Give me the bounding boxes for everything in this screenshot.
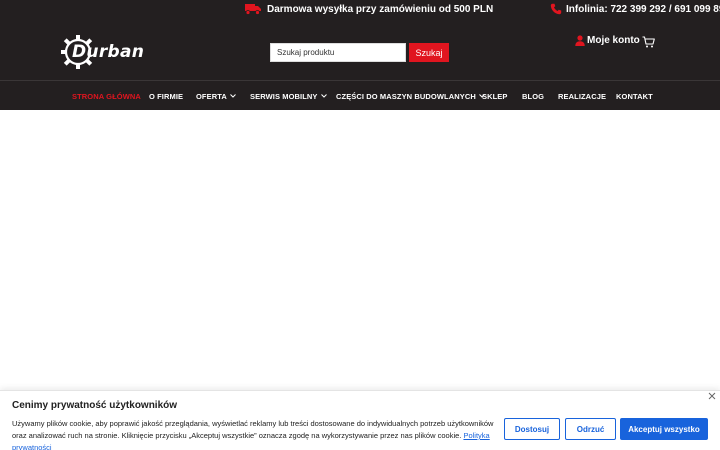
main-navigation: STRONA GŁÓWNA O FIRMIE OFERTA SERWIS MOB… bbox=[0, 80, 720, 110]
nav-item-label: CZĘŚCI DO MASZYN BUDOWLANYCH bbox=[336, 91, 476, 101]
site-logo[interactable]: Durban bbox=[60, 34, 144, 70]
customize-cookies-button[interactable]: Dostosuj bbox=[504, 418, 560, 440]
site-header: Darmowa wysyłka przy zamówieniu od 500 P… bbox=[0, 0, 720, 80]
nav-item-label: KONTAKT bbox=[616, 91, 653, 101]
search-input[interactable] bbox=[270, 43, 406, 62]
nav-item-blog[interactable]: BLOG bbox=[522, 81, 544, 111]
nav-item-projects[interactable]: REALIZACJE bbox=[558, 81, 606, 111]
nav-item-label: STRONA GŁÓWNA bbox=[72, 91, 141, 101]
search-button[interactable]: Szukaj bbox=[409, 43, 449, 62]
accept-all-cookies-button[interactable]: Akceptuj wszystko bbox=[620, 418, 708, 440]
nav-item-label: REALIZACJE bbox=[558, 91, 607, 101]
nav-item-mobile-service[interactable]: SERWIS MOBILNY bbox=[250, 81, 327, 111]
nav-item-shop[interactable]: SKLEP bbox=[482, 81, 508, 111]
nav-item-machine-parts[interactable]: CZĘŚCI DO MASZYN BUDOWLANYCH bbox=[336, 81, 485, 111]
nav-item-label: SERWIS MOBILNY bbox=[250, 91, 318, 101]
product-search: Szukaj bbox=[270, 43, 449, 62]
nav-item-label: BLOG bbox=[522, 91, 545, 101]
close-icon[interactable] bbox=[708, 392, 716, 400]
phone-icon bbox=[550, 3, 562, 15]
nav-item-label: SKLEP bbox=[482, 91, 508, 101]
nav-item-about[interactable]: O FIRMIE bbox=[149, 81, 183, 111]
free-shipping-banner: Darmowa wysyłka przy zamówieniu od 500 P… bbox=[245, 2, 493, 16]
free-shipping-text: Darmowa wysyłka przy zamówieniu od 500 P… bbox=[267, 3, 494, 15]
cookie-title: Cenimy prywatność użytkowników bbox=[12, 400, 178, 411]
nav-item-offer[interactable]: OFERTA bbox=[196, 81, 236, 111]
hotline[interactable]: Infolinia: 722 399 292 / 691 099 899 bbox=[550, 2, 720, 16]
logo-text: Durban bbox=[72, 42, 145, 62]
user-icon bbox=[575, 35, 585, 46]
nav-item-label: OFERTA bbox=[196, 91, 227, 101]
hotline-text: Infolinia: 722 399 292 / 691 099 899 bbox=[566, 3, 720, 15]
chevron-down-icon bbox=[230, 94, 236, 98]
nav-item-home[interactable]: STRONA GŁÓWNA bbox=[72, 81, 141, 111]
page: Darmowa wysyłka przy zamówieniu od 500 P… bbox=[0, 0, 720, 450]
my-account-link[interactable]: Moje konto bbox=[575, 35, 640, 46]
cookie-body-text: Używamy plików cookie, aby poprawić jako… bbox=[12, 419, 494, 440]
reject-cookies-button[interactable]: Odrzuć bbox=[565, 418, 616, 440]
cart-icon[interactable] bbox=[642, 36, 655, 48]
chevron-down-icon bbox=[320, 94, 327, 98]
nav-item-contact[interactable]: KONTAKT bbox=[616, 81, 653, 111]
nav-item-label: O FIRMIE bbox=[149, 91, 184, 101]
truck-icon bbox=[245, 4, 261, 15]
cookie-description: Używamy plików cookie, aby poprawić jako… bbox=[12, 418, 497, 450]
my-account-label: Moje konto bbox=[587, 35, 640, 46]
